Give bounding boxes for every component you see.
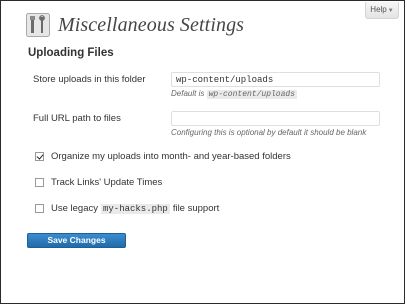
page-header: Miscellaneous Settings [26, 11, 244, 39]
help-tab-label: Help [370, 5, 387, 14]
tools-icon [26, 13, 50, 37]
upload-folder-label: Store uploads in this folder [33, 74, 146, 85]
chevron-down-icon: ▼ [387, 8, 394, 14]
settings-window: Help▼ Miscellaneous Settings Uploading F… [0, 0, 405, 304]
url-path-input[interactable] [171, 111, 380, 126]
legacy-label-prefix: Use legacy [51, 203, 98, 214]
legacy-option[interactable]: Use legacy my-hacks.php file support [35, 203, 219, 214]
legacy-label-suffix: file support [172, 203, 220, 214]
organize-label: Organize my uploads into month- and year… [51, 151, 291, 162]
url-path-label: Full URL path to files [33, 113, 121, 124]
track-links-label: Track Links' Update Times [51, 177, 163, 188]
track-links-option[interactable]: Track Links' Update Times [35, 177, 162, 188]
page-title: Miscellaneous Settings [58, 13, 245, 36]
save-button[interactable]: Save Changes [27, 233, 126, 248]
organize-checkbox[interactable] [35, 152, 44, 161]
upload-folder-hint-code: wp-content/uploads [206, 90, 298, 99]
upload-folder-input[interactable] [171, 72, 380, 87]
upload-folder-hint-prefix: Default is [171, 89, 205, 98]
help-tab[interactable]: Help▼ [365, 2, 399, 19]
section-title: Uploading Files [28, 47, 114, 59]
organize-option[interactable]: Organize my uploads into month- and year… [35, 151, 291, 162]
legacy-checkbox[interactable] [35, 204, 44, 213]
legacy-file-code: my-hacks.php [101, 203, 170, 214]
url-path-hint: Configuring this is optional by default … [171, 128, 367, 137]
upload-folder-hint: Default is wp-content/uploads [171, 89, 298, 99]
track-links-checkbox[interactable] [35, 178, 44, 187]
